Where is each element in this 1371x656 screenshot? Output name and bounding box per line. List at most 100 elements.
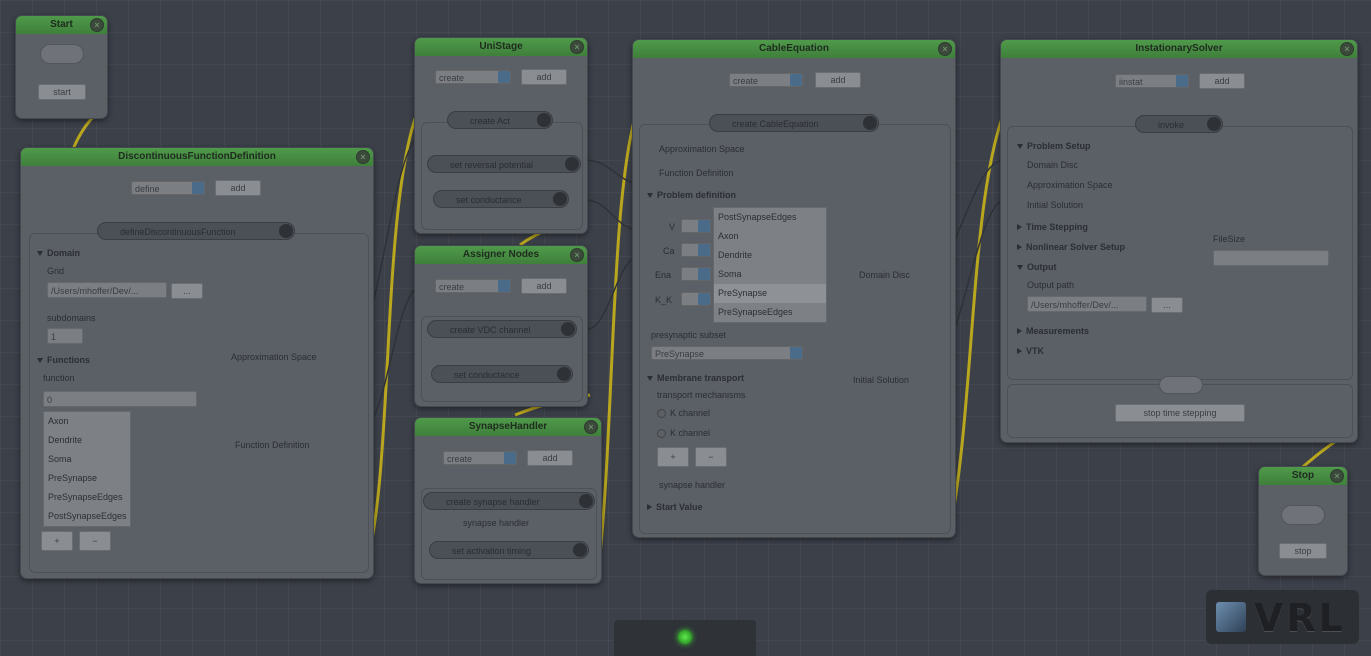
list-item[interactable]: PostSynapseEdges: [714, 208, 826, 227]
create-vdc-channel-button[interactable]: create VDC channel: [427, 320, 577, 338]
list-item-selected[interactable]: PreSynapse: [714, 284, 826, 303]
add-button[interactable]: add: [521, 278, 567, 294]
presynaptic-subset-select[interactable]: PreSynapse: [651, 346, 803, 360]
list-item[interactable]: Axon: [714, 227, 826, 246]
subset-list[interactable]: PostSynapseEdges Axon Dendrite Soma PreS…: [713, 207, 827, 323]
define-method-button[interactable]: defineDiscontinuousFunction: [97, 222, 295, 240]
mode-select-value: create: [439, 73, 465, 83]
mode-select[interactable]: create: [729, 73, 803, 87]
set-conductance-button[interactable]: set conductance: [431, 365, 573, 383]
function-definition-input: Function Definition: [659, 168, 734, 178]
domain-section[interactable]: Domain: [37, 248, 80, 258]
gear-icon: [573, 543, 587, 557]
output-path-input[interactable]: /Users/mhoffer/Dev/...: [1027, 296, 1147, 312]
membrane-transport-label: Membrane transport: [657, 373, 745, 383]
plus-button[interactable]: +: [657, 447, 689, 467]
problem-definition-section[interactable]: Problem definition: [647, 190, 736, 200]
mode-select[interactable]: define: [131, 181, 205, 195]
add-button[interactable]: add: [521, 69, 567, 85]
close-icon[interactable]: ×: [356, 150, 370, 164]
close-icon[interactable]: ×: [938, 42, 952, 56]
method-label: defineDiscontinuousFunction: [120, 227, 236, 237]
add-button[interactable]: add: [815, 72, 861, 88]
start-title-text: Start: [50, 19, 73, 30]
list-item[interactable]: Dendrite: [44, 431, 130, 450]
start-node[interactable]: Start × start: [15, 15, 108, 119]
list-item[interactable]: PreSynapseEdges: [714, 303, 826, 322]
add-button[interactable]: add: [215, 180, 261, 196]
list-item[interactable]: Soma: [44, 450, 130, 469]
k-channel-radio-2[interactable]: K channel: [657, 428, 710, 439]
browse-button[interactable]: ...: [171, 283, 203, 299]
set-conductance-button[interactable]: set conductance: [433, 190, 569, 208]
function-input[interactable]: 0: [43, 391, 197, 407]
minus-button[interactable]: −: [79, 531, 111, 551]
add-button[interactable]: add: [527, 450, 573, 466]
close-icon[interactable]: ×: [1330, 469, 1344, 483]
row-select-v[interactable]: [681, 219, 711, 233]
expand-icon: [37, 251, 43, 256]
set-reversal-potential-button[interactable]: set reversal potential: [427, 155, 581, 173]
row-select-ca[interactable]: [681, 243, 711, 257]
time-stepping-section[interactable]: Time Stepping: [1017, 222, 1088, 232]
stop-button[interactable]: stop: [1279, 543, 1327, 559]
list-item[interactable]: Soma: [714, 265, 826, 284]
problem-setup-section[interactable]: Problem Setup: [1017, 141, 1091, 151]
list-item[interactable]: PreSynapse: [44, 469, 130, 488]
subdomains-label: subdomains: [47, 313, 96, 323]
mode-select[interactable]: create: [443, 451, 517, 465]
list-item[interactable]: PostSynapseEdges: [44, 507, 130, 526]
chevron-down-icon: [790, 347, 802, 359]
cable-title-text: CableEquation: [758, 43, 829, 54]
membrane-transport-section[interactable]: Membrane transport: [647, 373, 744, 383]
subset-list[interactable]: Axon Dendrite Soma PreSynapse PreSynapse…: [43, 411, 131, 527]
row-select-kk[interactable]: [681, 292, 711, 306]
start-button[interactable]: start: [38, 84, 86, 100]
close-icon[interactable]: ×: [570, 248, 584, 262]
plus-button[interactable]: +: [41, 531, 73, 551]
start-value-section[interactable]: Start Value: [647, 502, 703, 512]
list-item[interactable]: Axon: [44, 412, 130, 431]
cable-equation-node[interactable]: CableEquation × create add create CableEq…: [632, 39, 956, 538]
stop-node[interactable]: Stop × stop: [1258, 466, 1348, 576]
mode-select[interactable]: iinstat: [1115, 74, 1189, 88]
browse-button[interactable]: ...: [1151, 297, 1183, 313]
functions-label: Functions: [47, 355, 90, 365]
chevron-down-icon: [192, 182, 204, 194]
set-activation-timing-button[interactable]: set activation timing: [429, 541, 589, 559]
mode-select[interactable]: create: [435, 279, 511, 293]
synapse-handler-node[interactable]: SynapseHandler × create add create synaps…: [414, 417, 602, 584]
mode-select[interactable]: create: [435, 70, 511, 84]
nonlinear-solver-section[interactable]: Nonlinear Solver Setup: [1017, 242, 1125, 252]
assigner-node[interactable]: Assigner Nodes × create add create VDC ch…: [414, 245, 588, 407]
list-item[interactable]: PreSynapseEdges: [44, 488, 130, 507]
k-channel-radio[interactable]: K channel: [657, 408, 710, 419]
list-item[interactable]: Dendrite: [714, 246, 826, 265]
create-cable-equation-button[interactable]: create CableEquation: [709, 114, 879, 132]
stop-indicator: [1281, 505, 1325, 525]
close-icon[interactable]: ×: [90, 18, 104, 32]
output-section[interactable]: Output: [1017, 262, 1057, 272]
file-size-input[interactable]: [1213, 250, 1329, 266]
close-icon[interactable]: ×: [584, 420, 598, 434]
method-label: set conductance: [456, 195, 522, 205]
gear-icon: [279, 224, 293, 238]
minus-button[interactable]: −: [695, 447, 727, 467]
stop-time-stepping-button[interactable]: stop time stepping: [1115, 404, 1245, 422]
create-synapse-handler-button[interactable]: create synapse handler: [423, 492, 595, 510]
close-icon[interactable]: ×: [570, 40, 584, 54]
create-act-button[interactable]: create Act: [447, 111, 553, 129]
discontinuous-function-node[interactable]: DiscontinuousFunctionDefinition × define …: [20, 147, 374, 579]
measurements-section[interactable]: Measurements: [1017, 326, 1089, 336]
row-select-ena[interactable]: [681, 267, 711, 281]
add-button[interactable]: add: [1199, 73, 1245, 89]
method-label: set conductance: [454, 370, 520, 380]
instationary-solver-node[interactable]: InstationarySolver × iinstat add invoke P…: [1000, 39, 1358, 443]
vtk-section[interactable]: VTK: [1017, 346, 1044, 356]
functions-section[interactable]: Functions: [37, 355, 90, 365]
subdomains-input[interactable]: 1: [47, 328, 83, 344]
unistage-node[interactable]: UniStage × create add create Act set reve…: [414, 37, 588, 234]
close-icon[interactable]: ×: [1340, 42, 1354, 56]
grid-path-input[interactable]: /Users/mhoffer/Dev/...: [47, 282, 167, 298]
invoke-button[interactable]: invoke: [1135, 115, 1223, 133]
